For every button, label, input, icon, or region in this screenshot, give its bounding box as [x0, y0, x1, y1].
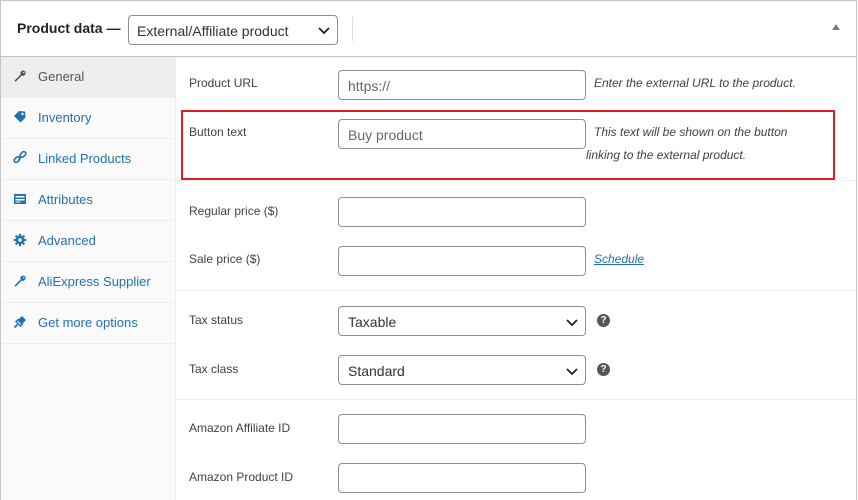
amazon-product-id-input[interactable] — [338, 463, 586, 493]
wrench-icon — [14, 275, 26, 287]
tab-label: Attributes — [38, 192, 93, 207]
list-icon — [14, 194, 26, 204]
tax-status-value: Taxable — [348, 314, 397, 330]
tab-label: AliExpress Supplier — [38, 274, 151, 289]
section-divider — [176, 399, 856, 400]
sale-price-input[interactable] — [338, 246, 586, 276]
sale-price-label: Sale price ($) — [189, 252, 261, 266]
tab-attributes[interactable]: Attributes — [1, 180, 175, 221]
tax-status-label: Tax status — [189, 313, 244, 327]
product-url-label: Product URL — [189, 76, 258, 90]
plugin-icon — [13, 316, 26, 329]
amazon-affiliate-id-label: Amazon Affiliate ID — [189, 421, 291, 435]
product-url-input[interactable]: https:// — [338, 70, 586, 100]
product-type-select[interactable]: External/Affiliate product — [128, 15, 338, 45]
tab-get-more-options[interactable]: Get more options — [1, 303, 175, 344]
header-divider — [352, 17, 353, 41]
amazon-affiliate-id-input[interactable] — [338, 414, 586, 444]
chevron-down-icon — [318, 27, 330, 35]
tab-label: Linked Products — [38, 151, 132, 166]
tab-inventory[interactable]: Inventory — [1, 98, 175, 139]
product-url-description: Enter the external URL to the product. — [594, 76, 796, 90]
tab-label: General — [38, 69, 85, 84]
section-divider — [176, 180, 856, 181]
tax-class-select[interactable]: Standard — [338, 355, 586, 385]
tax-status-select[interactable]: Taxable — [338, 306, 586, 336]
tab-label: Advanced — [38, 233, 96, 248]
tab-label: Inventory — [38, 110, 92, 125]
collapse-arrow-icon[interactable] — [832, 24, 840, 30]
tab-linked-products[interactable]: Linked Products — [1, 139, 175, 180]
gear-icon — [13, 233, 27, 247]
button-text-highlight-box — [181, 110, 835, 180]
product-data-box: Product data — External/Affiliate produc… — [0, 0, 857, 500]
tab-advanced[interactable]: Advanced — [1, 221, 175, 262]
help-tip-icon[interactable]: ? — [597, 363, 610, 376]
regular-price-label: Regular price ($) — [189, 204, 279, 218]
product-url-placeholder: https:// — [348, 78, 391, 94]
link-icon — [13, 151, 27, 164]
help-tip-icon[interactable]: ? — [597, 314, 610, 327]
product-data-title: Product data — — [17, 20, 121, 36]
tab-general[interactable]: General — [1, 57, 175, 98]
tax-class-label: Tax class — [189, 362, 239, 376]
chevron-down-icon — [566, 368, 578, 376]
tag-icon — [14, 111, 26, 123]
section-divider — [176, 290, 856, 291]
product-data-tabs: General Inventory Linked Products Attrib… — [1, 57, 176, 500]
product-type-value: External/Affiliate product — [137, 23, 289, 39]
product-data-header: Product data — External/Affiliate produc… — [1, 1, 856, 57]
tax-class-value: Standard — [348, 363, 405, 379]
tab-label: Get more options — [38, 315, 138, 330]
tab-aliexpress-supplier[interactable]: AliExpress Supplier — [1, 262, 175, 303]
wrench-icon — [14, 70, 26, 82]
amazon-product-id-label: Amazon Product ID — [189, 470, 294, 484]
regular-price-input[interactable] — [338, 197, 586, 227]
chevron-down-icon — [566, 319, 578, 327]
schedule-link[interactable]: Schedule — [594, 252, 644, 266]
